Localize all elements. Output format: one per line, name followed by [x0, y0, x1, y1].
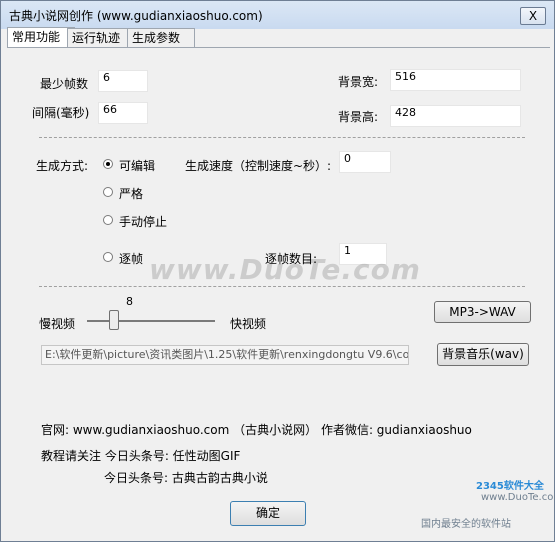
bg-height-input[interactable]: 428: [390, 105, 521, 127]
radio-frame-by-frame[interactable]: [103, 252, 113, 262]
toutiao-line: 今日头条号: 古典古韵古典小说: [104, 471, 268, 485]
radio-manual-stop[interactable]: [103, 215, 113, 225]
slider-value: 8: [126, 295, 133, 308]
separator-top: [39, 137, 525, 138]
interval-label: 间隔(毫秒): [32, 106, 90, 120]
bg-width-label: 背景宽:: [338, 75, 379, 89]
radio-frame-by-frame-label[interactable]: 逐帧: [119, 250, 143, 267]
radio-manual-stop-label[interactable]: 手动停止: [119, 213, 167, 230]
radio-strict-label[interactable]: 严格: [119, 185, 143, 202]
website-line: 官网: www.gudianxiaoshuo.com （古典小说网） 作者微信:…: [41, 423, 472, 437]
tab-common[interactable]: 常用功能: [7, 27, 75, 48]
speed-slider-thumb[interactable]: [109, 310, 119, 330]
bg-music-button[interactable]: 背景音乐(wav): [437, 343, 529, 366]
bg-height-label: 背景高:: [338, 110, 379, 124]
slow-video-label: 慢视频: [39, 317, 76, 331]
tab-trajectory[interactable]: 运行轨迹: [67, 28, 135, 47]
window-title: 古典小说网创作 (www.gudianxiaoshuo.com): [9, 9, 263, 23]
radio-strict[interactable]: [103, 187, 113, 197]
title-bar: 古典小说网创作 (www.gudianxiaoshuo.com) X: [1, 1, 554, 29]
app-window: 古典小说网创作 (www.gudianxiaoshuo.com) X 常用功能 …: [0, 0, 555, 542]
brand-watermark: 2345软件大全: [476, 481, 544, 492]
radio-editable-label[interactable]: 可编辑: [119, 157, 155, 174]
gen-mode-label: 生成方式:: [36, 159, 89, 173]
separator-middle: [39, 286, 525, 287]
mp3-to-wav-button[interactable]: MP3->WAV: [434, 301, 531, 323]
tab-gen-params[interactable]: 生成参数: [127, 28, 195, 47]
min-frames-label: 最少帧数: [40, 77, 89, 91]
tutorial-line: 教程请关注 今日头条号: 任性动图GIF: [41, 449, 241, 463]
speed-label: 生成速度（控制速度~秒）:: [185, 159, 332, 173]
brand-url-watermark: www.DuoTe.com: [481, 492, 555, 503]
bg-width-input[interactable]: 516: [390, 69, 521, 91]
fast-video-label: 快视频: [230, 317, 267, 331]
min-frames-input[interactable]: 6: [98, 70, 148, 92]
music-path-input[interactable]: E:\软件更新\picture\资讯类图片\1.25\软件更新\renxingd…: [41, 345, 409, 365]
duote-watermark: www.DuoTe.com: [149, 253, 421, 286]
tab-divider: [7, 47, 550, 48]
ok-button[interactable]: 确定: [230, 501, 306, 526]
brand-subtitle-watermark: 国内最安全的软件站: [421, 519, 511, 530]
speed-input[interactable]: 0: [339, 151, 391, 173]
radio-editable[interactable]: [103, 159, 113, 169]
interval-input[interactable]: 66: [98, 102, 148, 124]
close-button[interactable]: X: [520, 7, 546, 25]
speed-slider-track[interactable]: [87, 320, 215, 322]
